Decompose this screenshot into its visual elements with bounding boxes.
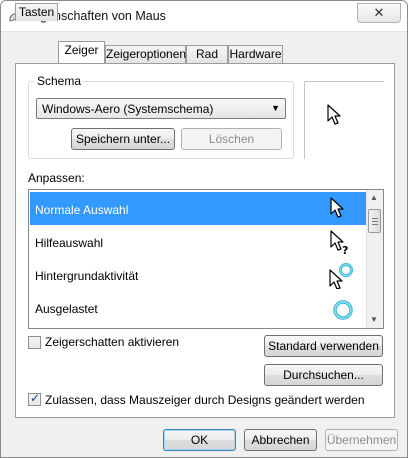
scroll-up-icon[interactable]: ▲	[370, 193, 378, 202]
arrow-cursor-icon	[330, 197, 344, 218]
list-item-label: Ausgelastet	[35, 302, 98, 316]
tab-label: Tasten	[18, 5, 55, 19]
scroll-thumb[interactable]	[368, 209, 381, 233]
delete-button[interactable]: Löschen	[181, 128, 282, 150]
allow-themes-checkbox[interactable]: ✓	[28, 391, 41, 406]
schema-dropdown[interactable]: Windows-Aero (Systemschema) ▼	[36, 98, 286, 119]
cancel-button[interactable]: Abbrechen	[244, 429, 317, 451]
arrow-cursor-icon	[327, 104, 341, 125]
cursor-preview	[304, 81, 384, 159]
list-item-busy[interactable]: Ausgelastet	[30, 291, 367, 324]
tab-wheel[interactable]: Rad	[186, 45, 228, 63]
tab-label: Zeigeroptionen	[106, 47, 187, 61]
cursor-list[interactable]: Normale Auswahl Hilfeauswahl ? Hintergru…	[28, 189, 384, 329]
schema-selected-value: Windows-Aero (Systemschema)	[42, 102, 214, 116]
list-scrollbar[interactable]: ▲ ▼	[366, 190, 383, 328]
list-item-working-in-background[interactable]: Hintergrundaktivität	[30, 258, 367, 291]
save-as-label: Speichern unter...	[75, 132, 171, 146]
delete-label: Löschen	[208, 132, 255, 146]
chevron-down-icon: ▼	[271, 103, 280, 113]
tab-hardware[interactable]: Hardware	[228, 45, 283, 63]
customize-label: Anpassen:	[28, 171, 85, 185]
pointer-shadow-checkbox[interactable]	[28, 336, 41, 349]
help-cursor-icon: ?	[330, 230, 348, 256]
svg-text:?: ?	[342, 244, 348, 256]
browse-label: Durchsuchen...	[283, 368, 364, 382]
list-item-help-select[interactable]: Hilfeauswahl ?	[30, 225, 367, 258]
tab-label: Hardware	[229, 47, 282, 61]
list-item-label: Hilfeauswahl	[35, 236, 104, 250]
allow-themes-label: Zulassen, dass Mauszeiger durch Designs …	[45, 393, 365, 407]
ok-button[interactable]: OK	[163, 429, 236, 451]
tab-label: Zeiger	[64, 43, 99, 57]
title-bar[interactable]: Eigenschaften von Maus ✕	[1, 1, 407, 32]
apply-button[interactable]: Übernehmen	[325, 429, 398, 451]
schema-group-label: Schema	[34, 74, 85, 88]
scroll-down-icon[interactable]: ▼	[370, 315, 378, 324]
tab-pointers[interactable]: Zeiger	[58, 41, 105, 63]
ok-label: OK	[190, 433, 209, 447]
mouse-properties-window: Eigenschaften von Maus ✕ Tasten Zeiger Z…	[0, 0, 408, 458]
busy-cursor-icon	[333, 300, 353, 320]
tab-pointer-options[interactable]: Zeigeroptionen	[105, 45, 186, 63]
close-icon: ✕	[373, 5, 385, 20]
working-in-background-cursor-icon	[329, 263, 353, 289]
browse-button[interactable]: Durchsuchen...	[264, 364, 383, 386]
cancel-label: Abbrechen	[251, 433, 310, 447]
use-default-button[interactable]: Standard verwenden	[264, 335, 383, 357]
apply-label: Übernehmen	[326, 433, 397, 447]
list-item-label: Normale Auswahl	[35, 203, 129, 217]
list-item-label: Hintergrundaktivität	[35, 269, 139, 283]
save-as-button[interactable]: Speichern unter...	[71, 128, 175, 150]
checkmark-icon: ✓	[30, 391, 41, 405]
tab-buttons[interactable]: Tasten	[15, 3, 58, 21]
use-default-label: Standard verwenden	[268, 339, 379, 353]
pointer-shadow-label: Zeigerschatten aktivieren	[45, 335, 180, 349]
list-item-normal-select[interactable]: Normale Auswahl	[30, 192, 367, 225]
tab-label: Rad	[195, 47, 218, 61]
close-button[interactable]: ✕	[357, 3, 401, 23]
